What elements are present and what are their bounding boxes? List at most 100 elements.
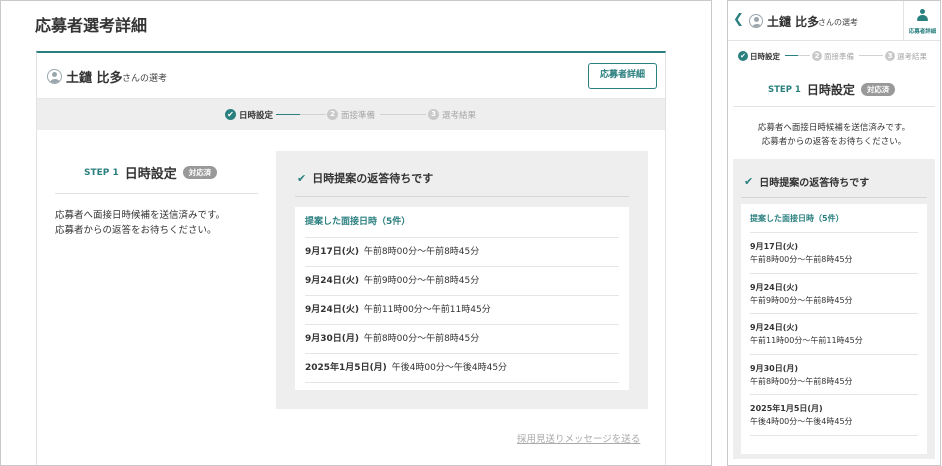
waiting-title: ✔ 日時提案の返答待ちです <box>744 174 869 189</box>
desktop-view: 応募者選考詳細 土鑓 比多 さんの選考 応募者詳細 ✔ 日時設定 2 面接準備 … <box>0 0 712 466</box>
description-line: 応募者からの返答をお待ちください。 <box>761 137 907 147</box>
divider <box>741 197 927 198</box>
list-item: 9月24日(火) 午前9時00分〜午前8時45分 <box>750 274 918 314</box>
step-description: 応募者へ面接日時候補を送信済みです。 応募者からの返答をお待ちください。 <box>728 121 940 149</box>
step-connector-done <box>276 114 300 115</box>
waiting-panel: ✔ 日時提案の返答待ちです 提案した面接日時（5件） 9月17日(火) 午前8時0… <box>733 159 935 459</box>
step-1-label: 日時設定 <box>239 110 274 121</box>
step-heading: STEP 1 日時設定 対応済 <box>768 81 896 98</box>
step-connector <box>798 55 810 56</box>
step-3-number: 3 <box>428 109 439 120</box>
applicant-detail-button[interactable]: 応募者詳細 <box>588 63 657 89</box>
list-item: 9月30日(月) 午前8時00分〜午前8時45分 <box>305 325 619 354</box>
step-2-number: 2 <box>812 51 822 61</box>
slot-time: 午前11時00分〜午前11時45分 <box>750 336 863 345</box>
step-title: 日時設定 <box>806 83 855 97</box>
step-title: 日時設定 <box>124 167 177 182</box>
mobile-view: ❮ 土鑓 比多 さんの選考 応募者詳細 ✔ 日時設定 2 面接準備 3 選考結果… <box>727 0 941 466</box>
applicant-name: 土鑓 比多 <box>767 15 820 29</box>
list-item: 9月24日(火) 午前11時00分〜午前11時45分 <box>750 314 918 355</box>
slot-date: 9月24日(火) <box>305 305 360 315</box>
proposed-slots-list: 提案した面接日時（5件） 9月17日(火) 午前8時00分〜午前8時45分 9月2… <box>741 204 927 454</box>
divider <box>55 193 258 194</box>
step-2: 2 面接準備 <box>812 41 854 71</box>
list-header: 提案した面接日時（5件） <box>750 204 918 233</box>
slot-time: 午前11時00分〜午前11時45分 <box>363 305 491 315</box>
chevron-left-icon[interactable]: ❮ <box>733 12 744 27</box>
step-3: 3 選考結果 <box>428 99 476 130</box>
step-description: 応募者へ面接日時候補を送信済みです。 応募者からの返答をお待ちください。 <box>55 208 225 238</box>
slot-date: 2025年1月5日(月) <box>305 363 387 373</box>
step-connector <box>859 55 883 56</box>
slot-date: 9月30日(月) <box>305 334 360 344</box>
avatar-icon <box>47 69 62 84</box>
step-heading: STEP 1 日時設定 対応済 <box>84 163 218 182</box>
slot-date: 2025年1月5日(月) <box>750 404 823 413</box>
list-header: 提案した面接日時（5件） <box>305 207 619 238</box>
slot-time: 午前8時00分〜午前8時45分 <box>750 376 853 386</box>
applicant-name-suffix: さんの選考 <box>818 18 858 27</box>
step-3-label: 選考結果 <box>897 51 927 61</box>
step-1: ✔ 日時設定 <box>738 41 780 71</box>
status-badge: 対応済 <box>860 83 896 96</box>
slot-date: 9月30日(月) <box>750 363 799 373</box>
waiting-title-text: 日時提案の返答待ちです <box>759 178 870 189</box>
description-line: 応募者からの返答をお待ちください。 <box>55 225 217 236</box>
list-item: 2025年1月5日(月) 午後4時00分〜午後4時45分 <box>750 395 918 436</box>
check-circle-icon: ✔ <box>225 109 236 120</box>
list-item: 9月30日(月) 午前8時00分〜午前8時45分 <box>750 355 918 395</box>
check-icon: ✔ <box>297 171 307 185</box>
step-2-number: 2 <box>327 109 338 120</box>
list-item: 2025年1月5日(月) 午後4時00分〜午後4時45分 <box>305 354 619 383</box>
step-2-label: 面接準備 <box>824 51 854 61</box>
step-progress: ✔ 日時設定 2 面接準備 3 選考結果 <box>37 99 665 130</box>
status-badge: 対応済 <box>182 166 218 179</box>
applicant-name: 土鑓 比多 <box>66 71 123 86</box>
list-item: 9月24日(火) 午前9時00分〜午前8時45分 <box>305 267 619 296</box>
description-line: 応募者へ面接日時候補を送信済みです。 <box>55 210 226 221</box>
slot-date: 9月24日(火) <box>750 282 799 292</box>
description-line: 応募者へ面接日時候補を送信済みです。 <box>757 123 911 133</box>
step-connector <box>300 114 326 115</box>
applicant-header: 土鑓 比多 さんの選考 応募者詳細 <box>37 53 665 99</box>
step-2-label: 面接準備 <box>341 110 376 121</box>
waiting-title: ✔ 日時提案の返答待ちです <box>297 170 433 186</box>
step-progress: ✔ 日時設定 2 面接準備 3 選考結果 <box>728 41 940 71</box>
slot-time: 午前9時00分〜午前8時45分 <box>363 276 480 286</box>
divider <box>295 196 629 197</box>
check-circle-icon: ✔ <box>738 51 748 61</box>
waiting-panel: ✔ 日時提案の返答待ちです 提案した面接日時（5件） 9月17日(火) 午前8時… <box>276 151 648 409</box>
divider <box>733 106 935 107</box>
avatar-icon <box>749 14 763 28</box>
step-1-label: 日時設定 <box>750 51 780 61</box>
slot-time: 午前8時00分〜午前8時45分 <box>363 247 480 257</box>
slot-time: 午前9時00分〜午前8時45分 <box>750 295 853 305</box>
step-1: ✔ 日時設定 <box>225 99 273 130</box>
step-tag: STEP 1 <box>768 84 801 95</box>
slot-date: 9月24日(火) <box>305 276 360 286</box>
slot-time: 午前8時00分〜午前8時45分 <box>750 255 853 264</box>
slot-date: 9月24日(火) <box>750 323 799 332</box>
applicant-name-suffix: さんの選考 <box>122 74 168 84</box>
list-item: 9月17日(火) 午前8時00分〜午前8時45分 <box>750 233 918 274</box>
send-rejection-link[interactable]: 採用見送りメッセージを送る <box>517 431 640 445</box>
page-title: 応募者選考詳細 <box>35 16 148 35</box>
step-connector-done <box>785 55 798 56</box>
slot-date: 9月17日(火) <box>750 242 799 251</box>
step-2: 2 面接準備 <box>327 99 375 130</box>
list-item: 9月17日(火) 午前8時00分〜午前8時45分 <box>305 238 619 267</box>
slot-time: 午後4時00分〜午後4時45分 <box>391 363 508 373</box>
step-3: 3 選考結果 <box>885 41 927 71</box>
person-icon <box>917 9 928 23</box>
mobile-header: ❮ 土鑓 比多 さんの選考 応募者詳細 <box>728 1 940 41</box>
proposed-slots-list: 提案した面接日時（5件） 9月17日(火) 午前8時00分〜午前8時45分 9月… <box>295 207 629 390</box>
applicant-detail-label: 応募者詳細 <box>908 29 937 35</box>
applicant-detail-button[interactable]: 応募者詳細 <box>903 1 940 41</box>
step-connector <box>380 114 426 115</box>
step-tag: STEP 1 <box>84 167 119 178</box>
slot-time: 午前8時00分〜午前8時45分 <box>363 334 480 344</box>
waiting-title-text: 日時提案の返答待ちです <box>312 172 434 185</box>
selection-card: 土鑓 比多 さんの選考 応募者詳細 ✔ 日時設定 2 面接準備 3 選考結果 S… <box>36 51 666 465</box>
slot-time: 午後4時00分〜午後4時45分 <box>750 417 853 426</box>
step-3-number: 3 <box>885 51 895 61</box>
